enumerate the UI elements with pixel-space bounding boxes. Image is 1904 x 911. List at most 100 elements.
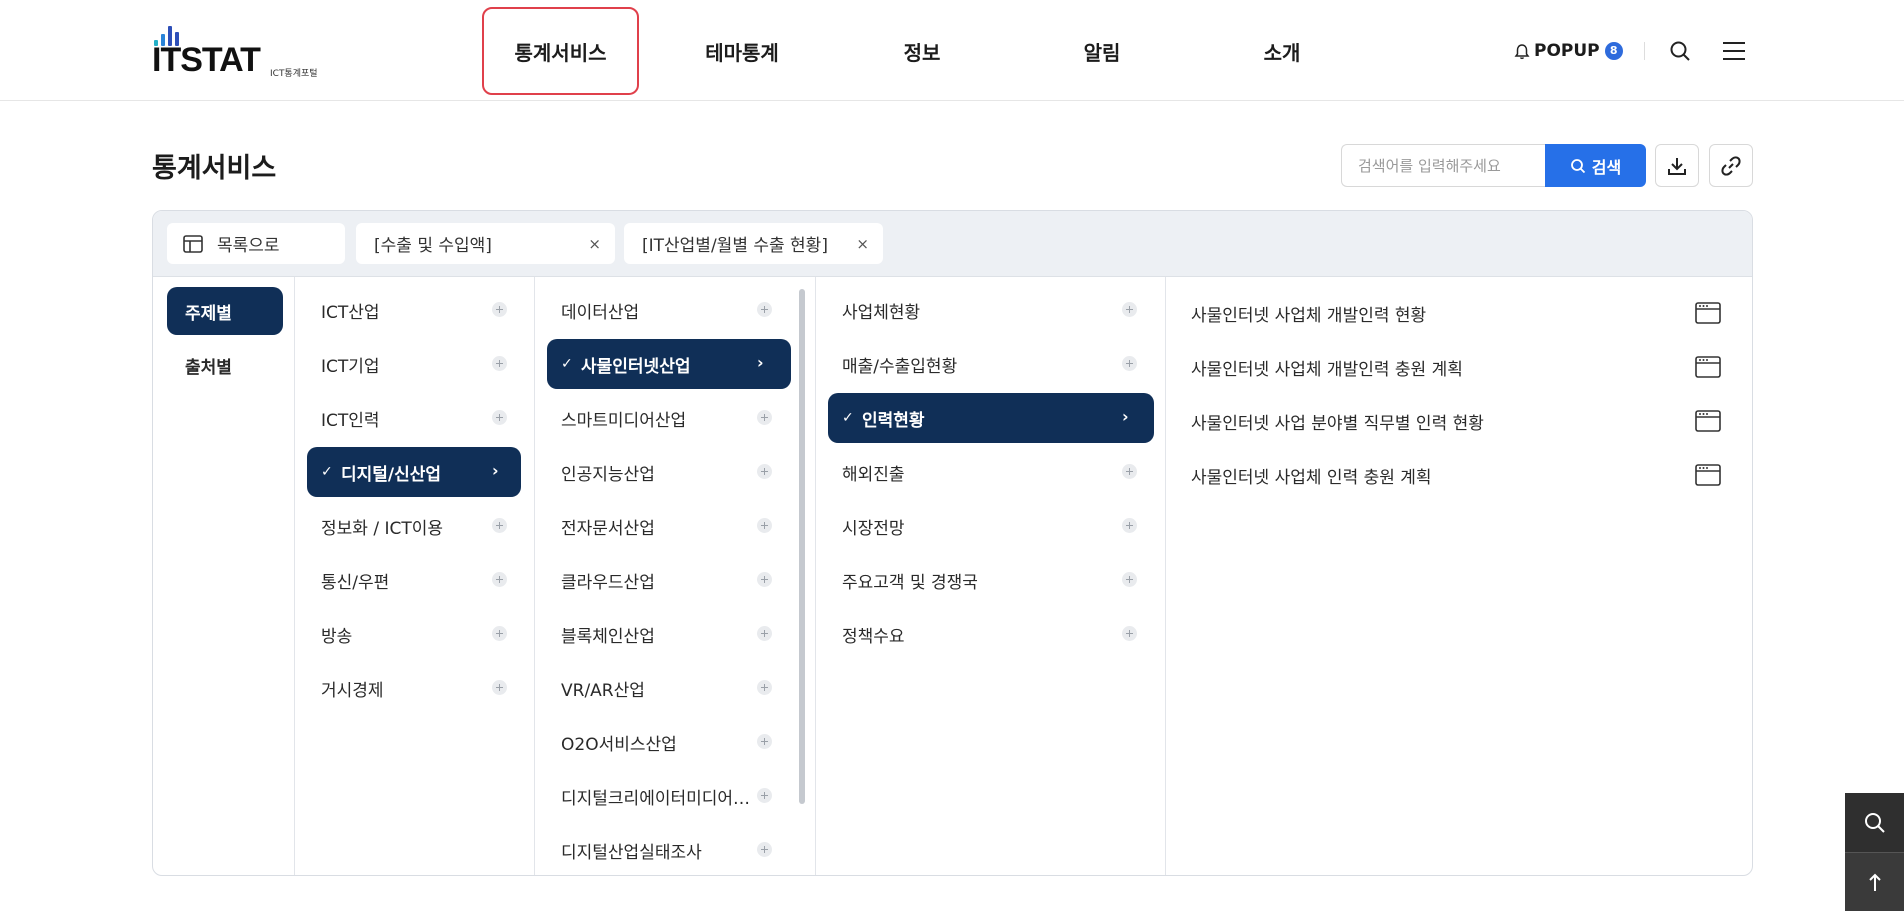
expand-icon xyxy=(757,842,772,857)
list-item-label: 정보화 / ICT이용 xyxy=(321,518,444,539)
arrow-up-icon xyxy=(1868,873,1881,891)
bell-icon xyxy=(1514,43,1530,59)
expand-icon xyxy=(757,410,772,425)
list-item[interactable]: 디지털산업실태조사 xyxy=(547,825,791,875)
tab-by-subject[interactable]: 주제별 xyxy=(167,287,283,335)
list-item[interactable]: 거시경제 xyxy=(307,663,521,713)
remove-filter-icon[interactable]: × xyxy=(856,235,869,253)
list-item[interactable]: 정책수요 xyxy=(828,609,1154,659)
floating-search-button[interactable] xyxy=(1845,793,1904,852)
list-item[interactable]: 데이터산업 xyxy=(547,285,791,335)
search-button-label: 검색 xyxy=(1591,157,1622,177)
list-item[interactable]: 정보화 / ICT이용 xyxy=(307,501,521,551)
search-icon xyxy=(1864,812,1885,833)
list-item-label: 거시경제 xyxy=(321,680,384,701)
scrollbar[interactable] xyxy=(799,289,805,804)
filter-chip[interactable]: [수출 및 수입액] × xyxy=(356,223,615,264)
remove-filter-icon[interactable]: × xyxy=(588,235,601,253)
copy-link-button[interactable] xyxy=(1709,144,1753,187)
list-item-label: O2O서비스산업 xyxy=(561,734,677,755)
open-table-icon[interactable] xyxy=(1695,356,1721,378)
list-item[interactable]: 디지털크리에이터미디어… xyxy=(547,771,791,821)
hamburger-menu-icon xyxy=(1723,42,1745,60)
list-item[interactable]: VR/AR산업 xyxy=(547,663,791,713)
list-item[interactable]: 방송 xyxy=(307,609,521,659)
list-item-label: 사업체현황 xyxy=(842,302,921,323)
list-layout-icon xyxy=(183,234,203,253)
nav-about[interactable]: 소개 xyxy=(1212,7,1352,95)
list-item-label: ICT산업 xyxy=(321,302,380,323)
scroll-to-top-button[interactable] xyxy=(1845,852,1904,911)
expand-icon xyxy=(1122,572,1137,587)
expand-icon xyxy=(757,464,772,479)
stat-table-title: 사물인터넷 사업 분야별 직무별 인력 현황 xyxy=(1191,413,1484,434)
expand-icon xyxy=(492,572,507,587)
list-item-selected[interactable]: ✓ 인력현황 › xyxy=(828,393,1154,443)
nav-stat-service[interactable]: 통계서비스 xyxy=(482,7,639,95)
expand-icon xyxy=(492,410,507,425)
check-icon: ✓ xyxy=(321,464,333,480)
search-icon xyxy=(1670,41,1690,61)
list-item-selected[interactable]: ✓ 사물인터넷산업 › xyxy=(547,339,791,389)
popup-button[interactable]: POPUP 8 xyxy=(1514,36,1623,66)
nav-notice[interactable]: 알림 xyxy=(1032,7,1172,95)
download-button[interactable] xyxy=(1655,144,1699,187)
stat-table-link[interactable]: 사물인터넷 사업체 개발인력 현황 xyxy=(1191,288,1721,338)
stat-table-link[interactable]: 사물인터넷 사업 분야별 직무별 인력 현황 xyxy=(1191,396,1721,446)
stat-table-title: 사물인터넷 사업체 개발인력 충원 계획 xyxy=(1191,359,1463,380)
filter-chip[interactable]: [IT산업별/월별 수출 현황] × xyxy=(624,223,883,264)
expand-icon xyxy=(757,518,772,533)
list-item-label: 시장전망 xyxy=(842,518,905,539)
list-item[interactable]: 전자문서산업 xyxy=(547,501,791,551)
itstat-logo[interactable]: ITSTAT ICT통계포털 xyxy=(152,26,342,79)
nav-theme-stats[interactable]: 테마통계 xyxy=(672,7,812,95)
nav-info[interactable]: 정보 xyxy=(852,7,992,95)
stat-table-link[interactable]: 사물인터넷 사업체 개발인력 충원 계획 xyxy=(1191,342,1721,392)
check-icon: ✓ xyxy=(561,356,573,372)
category-level3-list: 사업체현황 매출/수출입현황 ✓ 인력현황 › 해외진출 시장전망 주요고객 및 경… xyxy=(816,277,1166,875)
list-item[interactable]: 클라우드산업 xyxy=(547,555,791,605)
list-item[interactable]: ICT기업 xyxy=(307,339,521,389)
back-to-list-button[interactable]: 목록으로 xyxy=(167,223,345,264)
list-item[interactable]: 스마트미디어산업 xyxy=(547,393,791,443)
open-table-icon[interactable] xyxy=(1695,410,1721,432)
tab-by-source[interactable]: 출처별 xyxy=(167,341,283,389)
header-search-button[interactable] xyxy=(1665,36,1695,66)
open-table-icon[interactable] xyxy=(1695,302,1721,324)
header-menu-button[interactable] xyxy=(1719,36,1749,66)
open-table-icon[interactable] xyxy=(1695,464,1721,486)
list-item[interactable]: 주요고객 및 경쟁국 xyxy=(828,555,1154,605)
list-item[interactable]: 사업체현황 xyxy=(828,285,1154,335)
search-input[interactable] xyxy=(1341,144,1546,187)
list-item-label: 인력현황 xyxy=(862,410,925,431)
list-item[interactable]: ICT산업 xyxy=(307,285,521,335)
chevron-right-icon: › xyxy=(757,353,764,372)
list-item[interactable]: 시장전망 xyxy=(828,501,1154,551)
list-item[interactable]: 인공지능산업 xyxy=(547,447,791,497)
link-icon xyxy=(1721,155,1741,176)
list-item[interactable]: 통신/우편 xyxy=(307,555,521,605)
list-item[interactable]: 블록체인산업 xyxy=(547,609,791,659)
list-item-label: ICT인력 xyxy=(321,410,380,431)
list-item[interactable]: 매출/수출입현황 xyxy=(828,339,1154,389)
list-item-label: 주요고객 및 경쟁국 xyxy=(842,572,978,593)
search-button[interactable]: 검색 xyxy=(1545,144,1646,187)
list-item-selected[interactable]: ✓ 디지털/신산업 › xyxy=(307,447,521,497)
list-item[interactable]: 해외진출 xyxy=(828,447,1154,497)
category-level2-list: 데이터산업 ✓ 사물인터넷산업 › 스마트미디어산업 인공지능산업 전자문서산업 클… xyxy=(535,277,816,875)
expand-icon xyxy=(1122,626,1137,641)
expand-icon xyxy=(1122,302,1137,317)
site-header: ITSTAT ICT통계포털 통계서비스 테마통계 정보 알림 소개 POPUP… xyxy=(0,0,1904,101)
list-item-label: 정책수요 xyxy=(842,626,905,647)
popup-label: POPUP xyxy=(1534,41,1600,61)
stat-table-link[interactable]: 사물인터넷 사업체 인력 충원 계획 xyxy=(1191,450,1721,500)
list-item[interactable]: O2O서비스산업 xyxy=(547,717,791,767)
list-item-label: 디지털크리에이터미디어… xyxy=(561,788,751,809)
expand-icon xyxy=(492,356,507,371)
list-item-label: 디지털산업실태조사 xyxy=(561,842,702,863)
list-item[interactable]: ICT인력 xyxy=(307,393,521,443)
list-item-label: 블록체인산업 xyxy=(561,626,655,647)
search-icon xyxy=(1570,158,1585,173)
filter-bar: 목록으로 [수출 및 수입액] × [IT산업별/월별 수출 현황] × xyxy=(153,211,1752,277)
check-icon: ✓ xyxy=(842,410,854,426)
